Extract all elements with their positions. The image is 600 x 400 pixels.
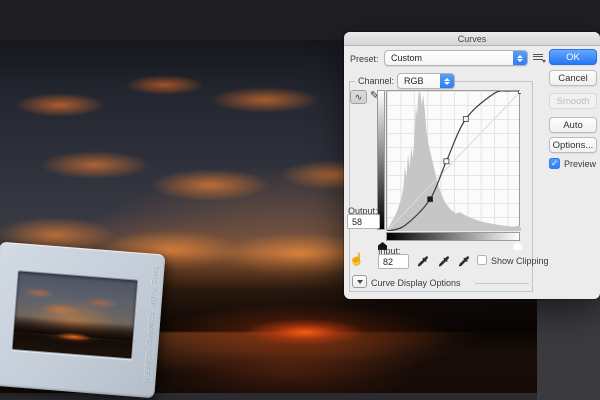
dialog-title: Curves — [458, 34, 487, 44]
show-clipping-checkbox[interactable] — [477, 255, 487, 265]
curve-point[interactable] — [463, 117, 468, 122]
photoshop-workspace: THIS SIDE TOWARD SCREEN Curves Preset: C… — [0, 0, 600, 400]
film-slide: THIS SIDE TOWARD SCREEN — [0, 242, 165, 399]
triangle-down-icon — [357, 280, 363, 284]
curve-grid[interactable] — [386, 90, 520, 230]
input-field[interactable] — [378, 254, 409, 269]
app-background-bottom — [0, 393, 537, 400]
curve-point[interactable] — [519, 91, 522, 94]
point-curve-tool-icon[interactable]: ∿ — [350, 90, 367, 104]
channel-stepper-icon — [440, 74, 454, 88]
auto-button[interactable]: Auto — [549, 117, 597, 133]
curve-point[interactable] — [444, 159, 449, 164]
white-point-eyedropper-icon[interactable] — [457, 254, 470, 268]
baseline-diagonal — [387, 91, 521, 231]
targeted-adjustment-icon[interactable]: ☝ — [349, 252, 364, 266]
smooth-button: Smooth — [549, 93, 597, 109]
preset-stepper-icon — [513, 51, 527, 65]
options-button[interactable]: Options... — [549, 137, 597, 153]
output-field[interactable] — [347, 214, 380, 229]
curves-dialog: Curves Preset: Custom OK Cancel Smooth A… — [344, 32, 600, 299]
curve-chart[interactable] — [387, 91, 521, 231]
ok-button[interactable]: OK — [549, 49, 597, 65]
channel-value: RGB — [398, 76, 440, 86]
curve-point-selected[interactable] — [428, 197, 433, 202]
dialog-titlebar[interactable]: Curves — [344, 32, 600, 46]
input-gradient-ramp — [386, 232, 520, 241]
preview-label: Preview — [564, 159, 596, 169]
cancel-button[interactable]: Cancel — [549, 70, 597, 86]
preset-value: Custom — [385, 53, 513, 63]
slide-photo — [11, 270, 138, 359]
curve-display-options-label: Curve Display Options — [371, 278, 461, 288]
black-point-eyedropper-icon[interactable] — [416, 254, 429, 268]
preview-checkbox[interactable]: ✓ — [549, 158, 560, 169]
gray-point-eyedropper-icon[interactable] — [437, 254, 450, 268]
preset-menu-icon[interactable] — [532, 52, 544, 62]
curve-display-options-disclosure[interactable] — [352, 275, 367, 288]
preset-dropdown[interactable]: Custom — [384, 50, 528, 66]
output-gradient-ramp — [377, 90, 385, 230]
separator — [475, 283, 529, 284]
channel-dropdown[interactable]: RGB — [397, 73, 455, 89]
preset-label: Preset: — [350, 54, 379, 64]
show-clipping-label: Show Clipping — [491, 256, 549, 266]
channel-label: Channel: — [355, 75, 397, 87]
slide-edge-text: THIS SIDE TOWARD SCREEN — [142, 266, 158, 386]
